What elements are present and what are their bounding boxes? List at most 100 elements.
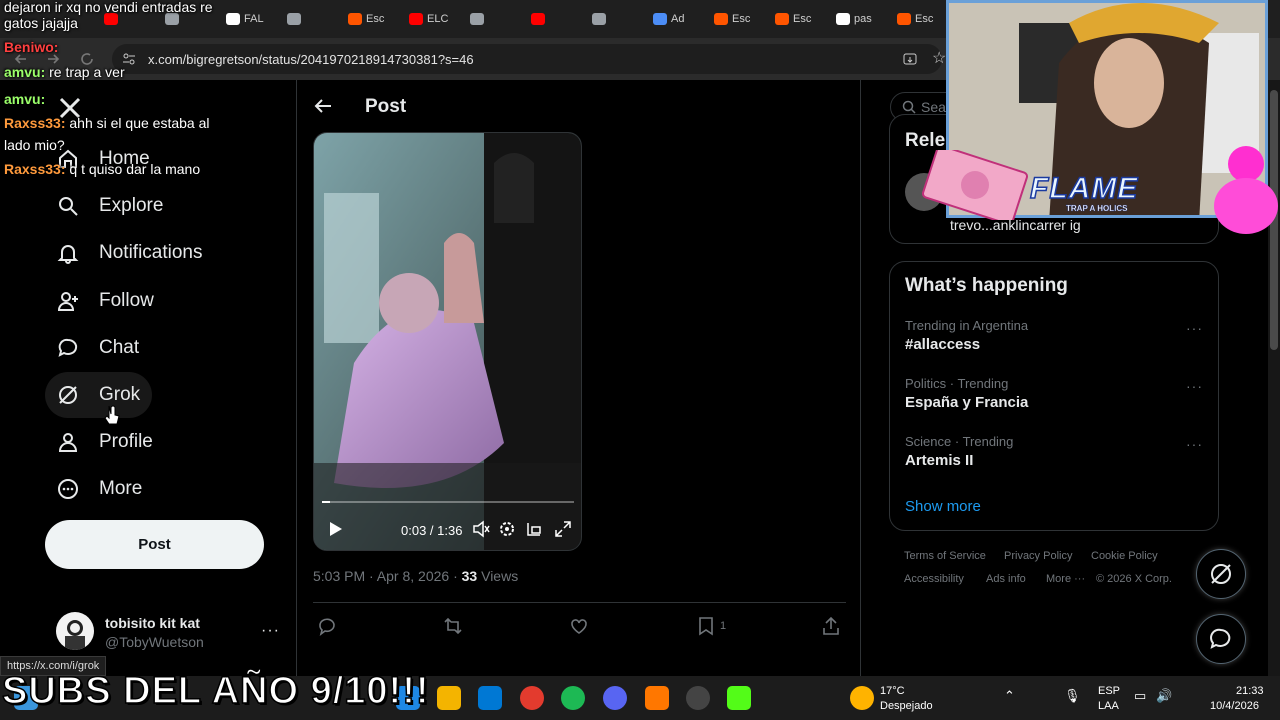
trend-context: Trending in Argentina [905, 318, 1029, 333]
soundcloud-icon[interactable] [645, 686, 669, 710]
footer-terms[interactable]: Terms of Service [904, 550, 986, 562]
trend-more-icon[interactable]: ··· [1186, 320, 1203, 336]
relevant-people-title: Rele [905, 130, 946, 151]
browser-tab[interactable] [592, 8, 610, 30]
tab-favicon-icon [592, 13, 606, 25]
chat-message: Raxss33: ahh si el que estaba al [4, 112, 210, 135]
reply-icon[interactable] [317, 616, 337, 636]
fullscreen-icon[interactable] [554, 520, 572, 538]
browser-tab[interactable] [531, 8, 549, 30]
chat-message: lado mio? [4, 134, 65, 157]
compose-post-button[interactable]: Post [45, 520, 264, 569]
browser-tab[interactable]: Ad [653, 8, 684, 30]
trend-more-icon[interactable]: ··· [1186, 436, 1203, 452]
column-divider-left [296, 80, 297, 684]
clock-date: 10/4/2026 [1210, 700, 1259, 712]
bookmark-count: 1 [720, 620, 727, 632]
back-arrow-icon[interactable] [313, 96, 333, 116]
nav-item-more[interactable]: More [45, 466, 154, 512]
grok-icon [1211, 564, 1231, 584]
spotify-icon[interactable] [561, 686, 585, 710]
repost-icon[interactable] [443, 616, 463, 636]
show-more-link[interactable]: Show more [905, 498, 981, 515]
install-app-icon[interactable] [902, 51, 918, 67]
tab-favicon-icon [287, 13, 301, 25]
bookmark-star-icon[interactable]: ☆ [932, 48, 946, 68]
nav-item-grok[interactable]: Grok [45, 372, 153, 418]
post-views-label: Views [477, 568, 519, 584]
post-timestamp[interactable]: 5:03 PM · Apr 8, 2026 · [313, 568, 462, 584]
microphone-icon[interactable]: 🎙 [1064, 688, 1081, 704]
video-player[interactable]: 0:03 / 1:36 [313, 132, 582, 551]
chat-username: amvu: [4, 64, 46, 80]
flame-logo-subtitle: TRAP A HOLICS [1066, 204, 1128, 213]
mute-icon[interactable] [472, 520, 490, 538]
footer-accessibility[interactable]: Accessibility [904, 573, 964, 585]
footer-more[interactable]: More ··· [1046, 573, 1085, 585]
browser-tab[interactable]: Esc [897, 8, 933, 30]
like-icon[interactable] [569, 616, 589, 636]
play-icon[interactable] [326, 520, 344, 538]
search-icon [59, 197, 78, 216]
discord-icon[interactable] [603, 686, 627, 710]
browser-tab[interactable] [287, 8, 305, 30]
trend-context: Politics · Trending [905, 376, 1009, 391]
chat-username: amvu: [4, 91, 46, 107]
weather-desc: Despejado [880, 700, 933, 712]
tray-chevron-icon[interactable]: ⌃ [1004, 688, 1015, 704]
store-icon[interactable] [478, 686, 502, 710]
obs-icon[interactable] [686, 686, 710, 710]
bookmark-icon[interactable] [696, 616, 716, 636]
share-icon[interactable] [821, 616, 841, 636]
chat-message: Raxss33: q t quiso dar la mano [4, 158, 200, 181]
post-header: Post [297, 80, 860, 132]
bell-icon [57, 245, 79, 265]
footer-privacy[interactable]: Privacy Policy [1004, 550, 1072, 562]
footer-cookie[interactable]: Cookie Policy [1091, 550, 1158, 562]
picture-in-picture-icon[interactable] [525, 520, 543, 538]
trend-name[interactable]: Artemis II [905, 452, 973, 469]
browser-tab[interactable]: pas [836, 8, 872, 30]
settings-icon[interactable] [498, 520, 516, 538]
nav-item-explore[interactable]: Explore [45, 183, 175, 229]
avatar [56, 612, 94, 650]
grok-float-button[interactable] [1196, 549, 1246, 599]
tab-favicon-icon [836, 13, 850, 25]
tab-favicon-icon [470, 13, 484, 25]
tab-favicon-icon [714, 13, 728, 25]
browser-tab[interactable]: Esc [714, 8, 750, 30]
display-icon[interactable]: ▭ [1134, 688, 1146, 704]
language-code[interactable]: ESP [1098, 685, 1120, 697]
nav-item-chat[interactable]: Chat [45, 325, 151, 371]
browser-tab[interactable] [470, 8, 488, 30]
chat-text: lado mio? [4, 137, 65, 153]
nav-item-notifications[interactable]: Notifications [45, 230, 215, 276]
search-placeholder: Sea [921, 99, 946, 115]
footer-ads[interactable]: Ads info [986, 573, 1026, 585]
account-switcher[interactable]: tobisito kit kat @TobyWuetson ··· [56, 612, 286, 656]
tab-label: Esc [915, 13, 934, 25]
trend-name[interactable]: España y Francia [905, 394, 1028, 411]
browser-tab[interactable]: FAL [226, 8, 264, 30]
tab-favicon-icon [531, 13, 545, 25]
footer-copyright: © 2026 X Corp. [1096, 573, 1172, 585]
nav-item-follow[interactable]: Follow [45, 278, 166, 324]
browser-tab[interactable]: Esc [775, 8, 811, 30]
trend-name[interactable]: #allaccess [905, 336, 980, 353]
person-icon [58, 433, 78, 453]
volume-icon[interactable]: 🔊 [1156, 688, 1172, 704]
tab-label: FAL [244, 13, 264, 25]
weather-icon [850, 686, 874, 710]
tab-label: pas [854, 13, 872, 25]
video-progress-bar[interactable] [322, 501, 574, 503]
browser-tab[interactable]: ELC [409, 8, 448, 30]
flame-logo: FLAME [1029, 171, 1139, 206]
follow-icon [57, 291, 78, 311]
kick-icon[interactable] [727, 686, 751, 710]
file-explorer-icon[interactable] [437, 686, 461, 710]
browser-tab[interactable]: Esc [348, 8, 384, 30]
account-more-icon[interactable]: ··· [261, 622, 280, 640]
chat-float-button[interactable] [1196, 614, 1246, 664]
chrome-icon[interactable] [520, 686, 544, 710]
trend-more-icon[interactable]: ··· [1186, 378, 1203, 394]
